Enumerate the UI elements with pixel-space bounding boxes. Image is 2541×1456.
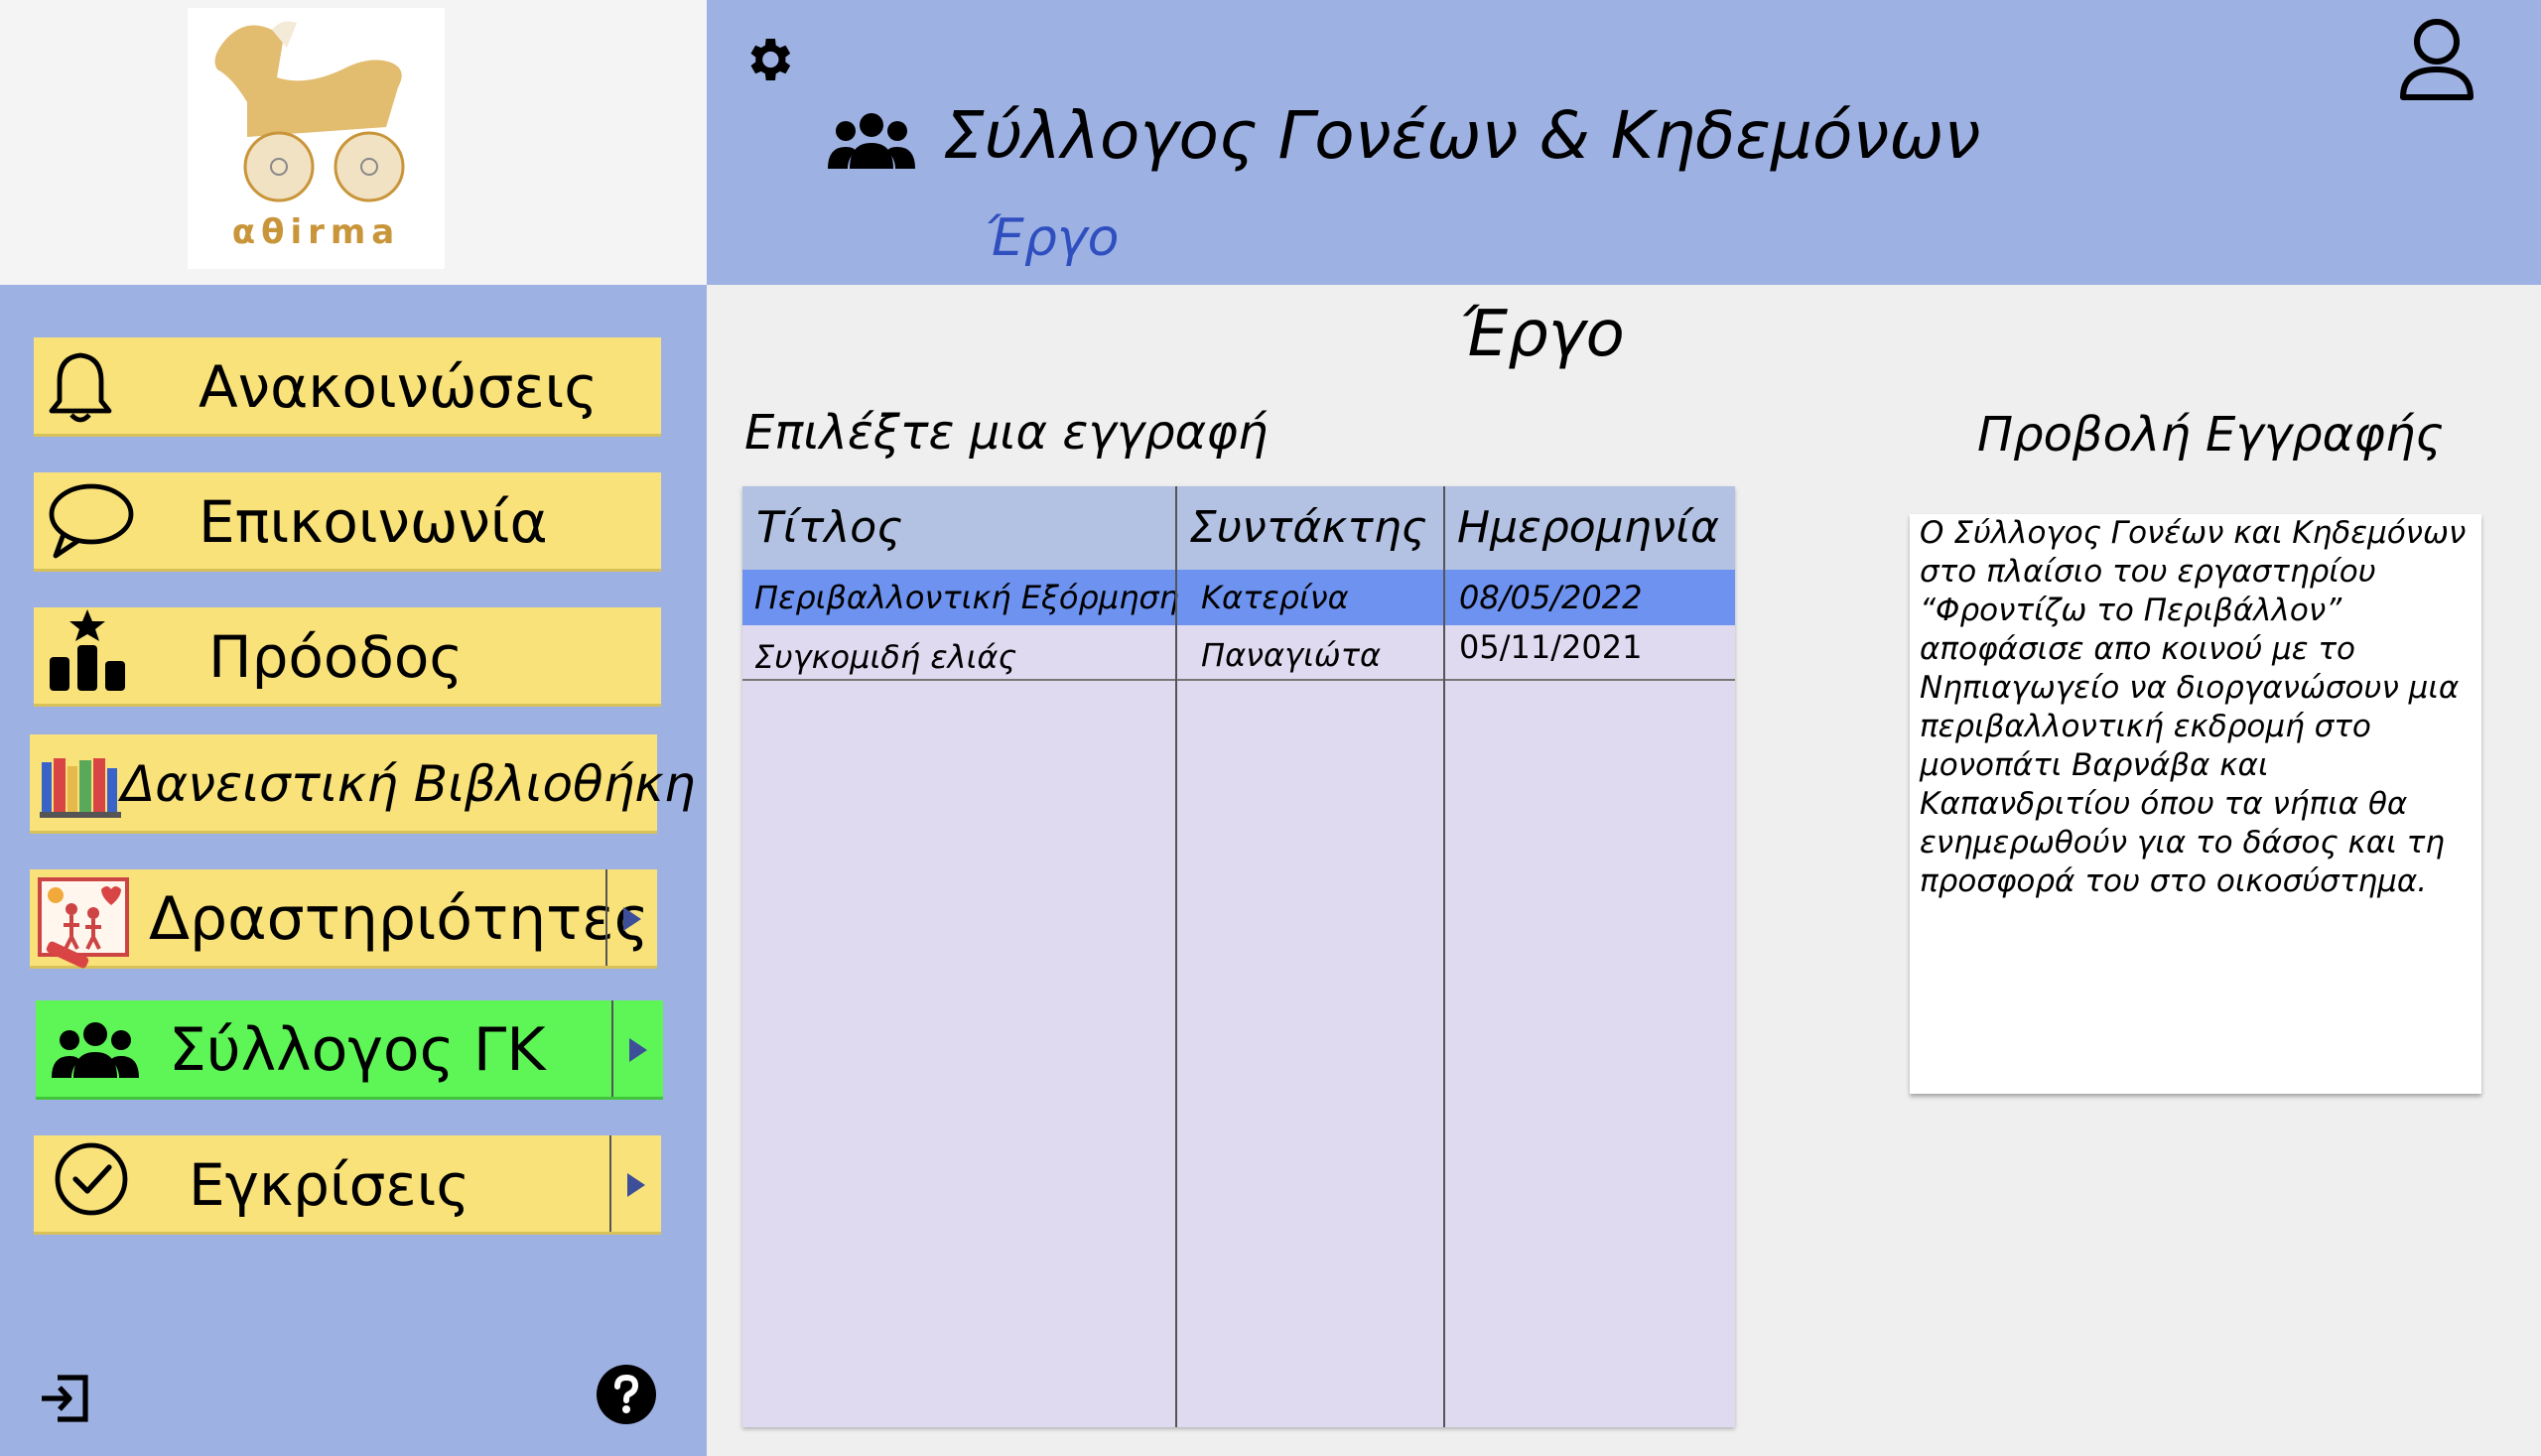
cell-author: Κατερίνα [1201,579,1349,616]
record-preview-heading: Προβολή Εγγραφής [1977,407,2444,463]
sidebar-item-announcements[interactable]: Ανακοινώσεις [34,337,661,437]
column-divider [1443,486,1445,1427]
sidebar-item-parents-association[interactable]: Σύλλογος ΓΚ [36,1000,663,1100]
logo: αθirma [188,8,445,269]
sidebar-item-label: Επικοινωνία [199,488,548,556]
logo-text: αθirma [231,212,401,252]
group-icon [52,1022,139,1078]
books-icon [40,758,121,818]
speech-bubble-icon [49,483,134,559]
breadcrumb[interactable]: Έργο [985,208,1119,268]
column-header-date[interactable]: Ημερομηνία [1443,486,1735,570]
record-preview-text: Ο Σύλλογος Γονέων και Κηδεμόνων στο πλαί… [1920,515,2467,899]
cell-date: 08/05/2022 [1459,579,1643,616]
play-arrow-icon [623,907,641,931]
check-circle-icon [55,1142,128,1216]
sidebar-item-label: Δραστηριότητες [149,884,649,954]
sidebar-item-library[interactable]: Δανειστική Βιβλιοθήκη [30,734,695,834]
user-profile-icon[interactable] [2397,16,2476,103]
drawing-icon [38,877,129,969]
help-icon[interactable] [596,1364,657,1425]
submenu-arrow[interactable] [607,869,657,966]
group-icon [828,113,915,169]
sidebar-item-activities[interactable]: Δραστηριότητες [30,869,657,969]
sidebar-item-communication[interactable]: Επικοινωνία [34,472,661,572]
app-title: Σύλλογος Γονέων & Κηδεμόνων [943,97,1981,174]
records-table: Τίτλος Συντάκτης Ημερομηνία Περιβαλλοντι… [742,486,1735,1427]
column-header-author[interactable]: Συντάκτης [1175,486,1443,570]
cell-date: 05/11/2021 [1459,628,1643,666]
record-preview-box: Ο Σύλλογος Γονέων και Κηδεμόνων στο πλαί… [1910,514,2481,1094]
sidebar-item-label: Ανακοινώσεις [199,353,599,421]
cell-author: Παναγιώτα [1201,636,1382,674]
sidebar-item-label: Δανειστική Βιβλιοθήκη [121,755,696,813]
table-row[interactable]: Περιβαλλοντική Εξόρμηση Κατερίνα 08/05/2… [742,570,1735,625]
cell-title: Περιβαλλοντική Εξόρμηση [754,579,1179,616]
logo-area: αθirma [0,0,707,285]
sidebar-item-label: Πρόοδος [208,623,464,691]
record-list-heading: Επιλέξτε μια εγγραφή [744,405,1269,461]
sidebar-item-progress[interactable]: Πρόοδος [34,607,661,707]
gear-icon[interactable] [740,32,796,87]
sidebar-item-label: Εγκρίσεις [189,1151,470,1219]
submenu-arrow[interactable] [611,1135,661,1232]
table-row[interactable]: Συγκομιδή ελιάς Παναγιώτα 05/11/2021 [742,625,1735,681]
submenu-arrow[interactable] [613,1000,663,1097]
play-arrow-icon [627,1173,645,1197]
column-divider [1175,486,1177,1427]
wooden-horse-icon [214,21,405,202]
page-title: Έργο [1459,298,1625,371]
podium-star-icon [50,609,125,691]
sidebar-item-approvals[interactable]: Εγκρίσεις [34,1135,661,1235]
logout-icon[interactable] [38,1374,91,1423]
bell-icon [49,352,112,423]
column-header-title[interactable]: Τίτλος [742,486,1175,570]
play-arrow-icon [629,1038,647,1062]
cell-title: Συγκομιδή ελιάς [754,638,1017,676]
header: Σύλλογος Γονέων & Κηδεμόνων Έργο [707,0,2541,285]
sidebar-item-label: Σύλλογος ΓΚ [169,1015,546,1085]
